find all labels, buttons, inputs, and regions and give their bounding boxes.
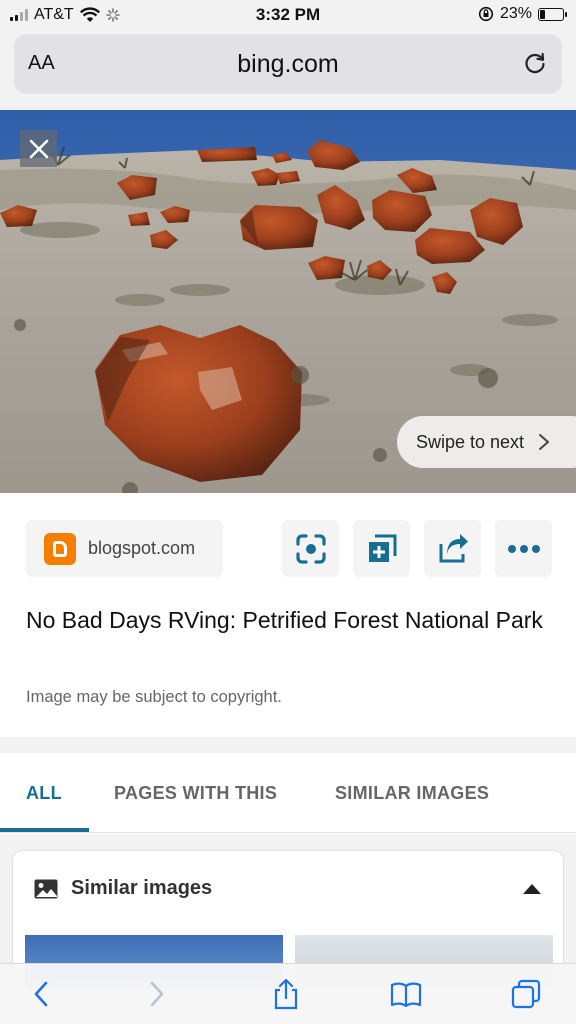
- image-icon: [34, 879, 58, 898]
- share-icon[interactable]: [270, 978, 302, 1010]
- tab-similar-images[interactable]: SIMILAR IMAGES: [335, 783, 489, 804]
- source-domain: blogspot.com: [88, 538, 196, 558]
- similar-images-title: Similar images: [71, 877, 213, 899]
- swipe-to-next-button[interactable]: Swipe to next: [397, 416, 576, 468]
- browser-toolbar: [0, 963, 576, 1024]
- tabs-icon[interactable]: [510, 978, 542, 1010]
- close-icon: [29, 139, 48, 158]
- status-right: 23%: [478, 5, 567, 23]
- visual-search-button[interactable]: [282, 520, 339, 577]
- tab-all[interactable]: ALL: [26, 783, 62, 804]
- active-tab-indicator: [0, 828, 89, 832]
- tab-pages-with-this[interactable]: PAGES WITH THIS: [114, 783, 277, 804]
- orientation-lock-icon: [478, 6, 494, 22]
- similar-images-header[interactable]: Similar images: [33, 877, 212, 900]
- more-button[interactable]: [495, 520, 552, 577]
- chevron-right-icon: [539, 434, 550, 450]
- blogger-icon: [44, 532, 76, 565]
- battery-icon: [538, 7, 567, 21]
- share-button[interactable]: [424, 520, 481, 577]
- bookmarks-icon[interactable]: [390, 978, 422, 1010]
- source-link[interactable]: blogspot.com: [26, 520, 223, 577]
- visual-search-icon: [295, 533, 326, 564]
- add-to-collection-icon: [368, 534, 396, 562]
- add-to-collection-button[interactable]: [353, 520, 410, 577]
- collapse-caret-icon[interactable]: [523, 884, 541, 894]
- copyright-notice: Image may be subject to copyright.: [26, 688, 282, 706]
- battery-fill: [540, 9, 545, 19]
- section-divider: [0, 737, 576, 753]
- action-buttons: [282, 520, 552, 577]
- forward-icon[interactable]: [140, 978, 172, 1010]
- back-icon[interactable]: [26, 978, 58, 1010]
- browser-top-bar: AA bing.com: [0, 30, 576, 110]
- address-bar[interactable]: AA bing.com: [14, 34, 562, 94]
- close-button[interactable]: [20, 130, 57, 167]
- address-url[interactable]: bing.com: [14, 50, 562, 79]
- battery-percent: 23%: [499, 5, 532, 22]
- result-title[interactable]: No Bad Days RVing: Petrified Forest Nati…: [26, 603, 556, 638]
- status-bar: AT&T 3:32 PM 23%: [0, 0, 576, 30]
- more-icon: [507, 544, 540, 553]
- reload-icon[interactable]: [522, 50, 548, 76]
- hero-image[interactable]: Swipe to next: [0, 110, 576, 493]
- result-tabs: ALL PAGES WITH THIS SIMILAR IMAGES: [0, 753, 576, 833]
- swipe-label: Swipe to next: [416, 431, 525, 452]
- share-icon: [439, 533, 468, 562]
